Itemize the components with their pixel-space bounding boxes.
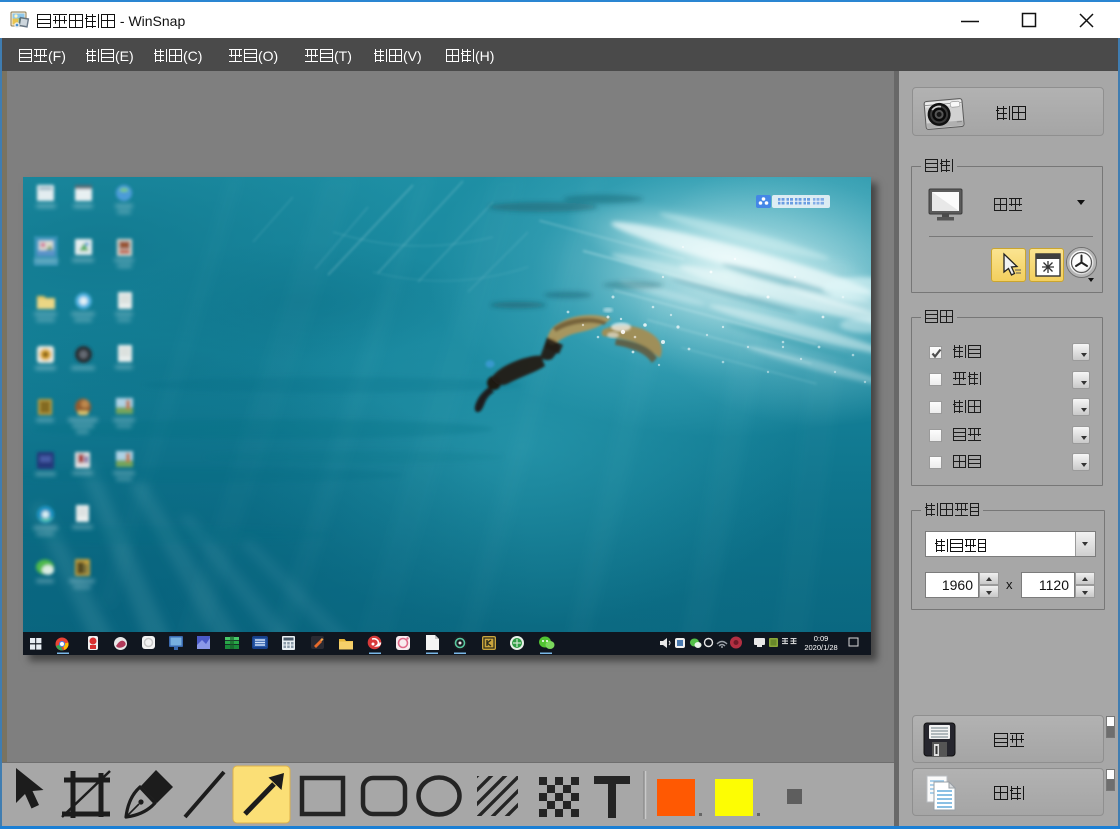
svg-text:0:09: 0:09: [814, 634, 829, 643]
svg-text:2020/1/28: 2020/1/28: [804, 643, 837, 652]
